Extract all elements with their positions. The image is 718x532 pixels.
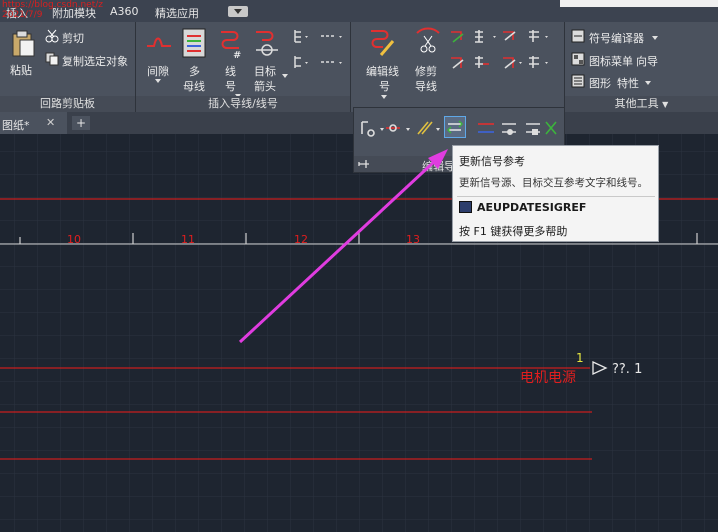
annotation-overlay — [238, 149, 448, 344]
annotation-arrow-shaft — [238, 158, 438, 344]
